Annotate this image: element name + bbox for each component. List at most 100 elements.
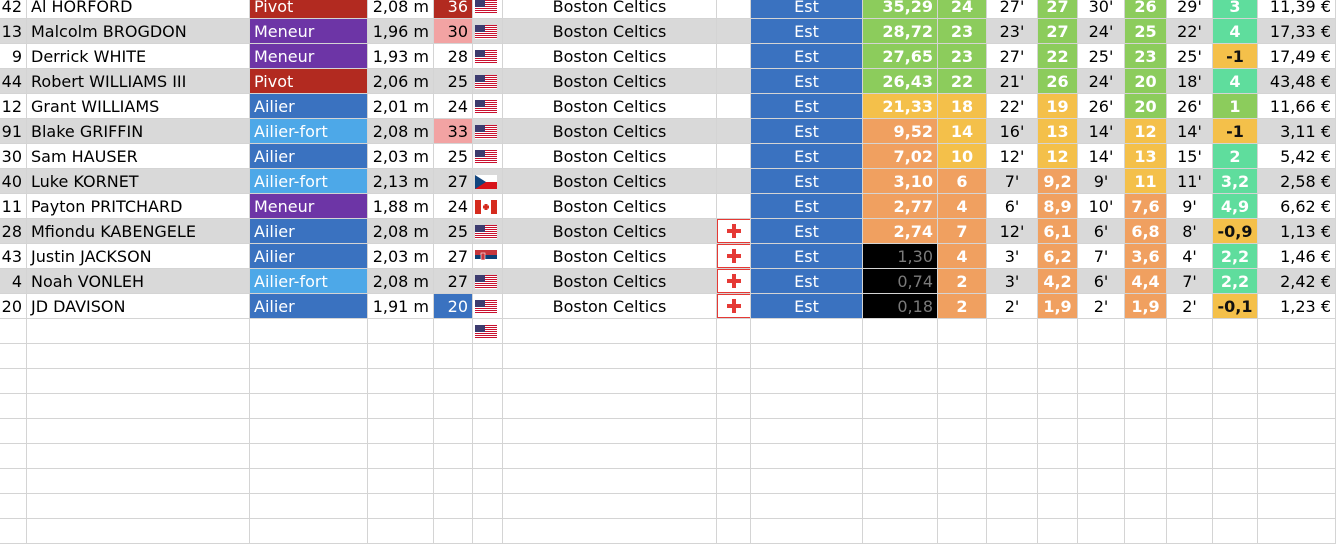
cell-conf[interactable]: Est	[751, 119, 863, 144]
empty-cell[interactable]	[0, 494, 27, 519]
empty-cell[interactable]	[250, 469, 368, 494]
cell-c1[interactable]: 2	[938, 269, 987, 294]
cell-name[interactable]: Robert WILLIAMS III	[27, 69, 250, 94]
cell-height[interactable]: 2,08 m	[368, 269, 434, 294]
cell-pos[interactable]: Ailier	[250, 294, 368, 319]
empty-cell[interactable]	[1078, 444, 1125, 469]
cell-c5[interactable]: 1,9	[1125, 294, 1167, 319]
cell-diff[interactable]: 3,2	[1213, 169, 1258, 194]
cell-height[interactable]: 2,01 m	[368, 94, 434, 119]
empty-cell[interactable]	[863, 319, 938, 344]
cell-name[interactable]: Luke KORNET	[27, 169, 250, 194]
empty-cell[interactable]	[751, 444, 863, 469]
cell-name[interactable]: Sam HAUSER	[27, 144, 250, 169]
empty-cell[interactable]	[1125, 394, 1167, 419]
cell-c3[interactable]: 6,1	[1038, 219, 1078, 244]
cell-team[interactable]: Boston Celtics	[503, 144, 717, 169]
cell-eval[interactable]: 0,74	[863, 269, 938, 294]
cell-c1[interactable]: 2	[938, 294, 987, 319]
cell-c3[interactable]: 22	[1038, 44, 1078, 69]
empty-cell[interactable]	[27, 494, 250, 519]
empty-cell[interactable]	[473, 344, 503, 369]
cell-c3[interactable]: 13	[1038, 119, 1078, 144]
cell-injured[interactable]	[717, 0, 751, 19]
cell-flag[interactable]	[473, 119, 503, 144]
empty-cell[interactable]	[434, 369, 473, 394]
empty-cell[interactable]	[250, 419, 368, 444]
empty-cell[interactable]	[863, 419, 938, 444]
empty-cell[interactable]	[717, 419, 751, 444]
empty-cell[interactable]	[0, 444, 27, 469]
empty-cell[interactable]	[473, 394, 503, 419]
empty-cell[interactable]	[1258, 444, 1336, 469]
empty-cell[interactable]	[0, 319, 27, 344]
cell-c4[interactable]: 26'	[1078, 94, 1125, 119]
empty-cell[interactable]	[717, 319, 751, 344]
empty-cell[interactable]	[1038, 369, 1078, 394]
cell-c6[interactable]: 9'	[1167, 194, 1213, 219]
cell-c5[interactable]: 25	[1125, 19, 1167, 44]
cell-team[interactable]: Boston Celtics	[503, 169, 717, 194]
cell-c1[interactable]: 18	[938, 94, 987, 119]
empty-cell[interactable]	[27, 344, 250, 369]
empty-cell[interactable]	[250, 494, 368, 519]
empty-cell[interactable]	[503, 494, 717, 519]
cell-age[interactable]: 20	[434, 294, 473, 319]
cell-num[interactable]: 13	[0, 19, 27, 44]
empty-cell[interactable]	[987, 519, 1038, 544]
empty-cell[interactable]	[938, 469, 987, 494]
empty-cell[interactable]	[717, 494, 751, 519]
cell-eval[interactable]: 21,33	[863, 94, 938, 119]
empty-cell[interactable]	[1213, 394, 1258, 419]
empty-cell[interactable]	[1213, 494, 1258, 519]
cell-c3[interactable]: 8,9	[1038, 194, 1078, 219]
empty-cell[interactable]	[1038, 444, 1078, 469]
cell-c2[interactable]: 12'	[987, 144, 1038, 169]
cell-flag[interactable]	[473, 144, 503, 169]
cell-salary[interactable]: 11,39 €	[1258, 0, 1336, 19]
empty-cell[interactable]	[1213, 519, 1258, 544]
empty-cell[interactable]	[863, 444, 938, 469]
empty-cell[interactable]	[1125, 369, 1167, 394]
empty-cell[interactable]	[1125, 319, 1167, 344]
cell-c3[interactable]: 1,9	[1038, 294, 1078, 319]
cell-height[interactable]: 2,13 m	[368, 169, 434, 194]
cell-salary[interactable]: 3,11 €	[1258, 119, 1336, 144]
cell-c1[interactable]: 7	[938, 219, 987, 244]
empty-cell[interactable]	[987, 344, 1038, 369]
cell-age[interactable]: 27	[434, 244, 473, 269]
empty-cell[interactable]	[1078, 469, 1125, 494]
cell-age[interactable]: 33	[434, 119, 473, 144]
empty-cell[interactable]	[473, 319, 503, 344]
cell-c1[interactable]: 23	[938, 19, 987, 44]
cell-c4[interactable]: 2'	[1078, 294, 1125, 319]
empty-cell[interactable]	[751, 494, 863, 519]
cell-c6[interactable]: 14'	[1167, 119, 1213, 144]
empty-cell[interactable]	[1038, 419, 1078, 444]
cell-c3[interactable]: 27	[1038, 19, 1078, 44]
empty-cell[interactable]	[27, 319, 250, 344]
cell-flag[interactable]	[473, 44, 503, 69]
cell-eval[interactable]: 28,72	[863, 19, 938, 44]
empty-cell[interactable]	[368, 469, 434, 494]
cell-injured[interactable]	[717, 294, 751, 319]
cell-salary[interactable]: 43,48 €	[1258, 69, 1336, 94]
cell-c2[interactable]: 12'	[987, 219, 1038, 244]
empty-cell[interactable]	[434, 394, 473, 419]
empty-cell[interactable]	[503, 519, 717, 544]
empty-cell[interactable]	[717, 469, 751, 494]
empty-cell[interactable]	[250, 319, 368, 344]
cell-eval[interactable]: 0,18	[863, 294, 938, 319]
cell-age[interactable]: 25	[434, 144, 473, 169]
empty-cell[interactable]	[434, 419, 473, 444]
cell-c1[interactable]: 4	[938, 244, 987, 269]
empty-cell[interactable]	[0, 344, 27, 369]
cell-team[interactable]: Boston Celtics	[503, 194, 717, 219]
empty-cell[interactable]	[473, 444, 503, 469]
empty-cell[interactable]	[938, 319, 987, 344]
cell-c2[interactable]: 6'	[987, 194, 1038, 219]
cell-diff[interactable]: -0,9	[1213, 219, 1258, 244]
cell-pos[interactable]: Ailier-fort	[250, 169, 368, 194]
cell-num[interactable]: 30	[0, 144, 27, 169]
empty-cell[interactable]	[27, 369, 250, 394]
